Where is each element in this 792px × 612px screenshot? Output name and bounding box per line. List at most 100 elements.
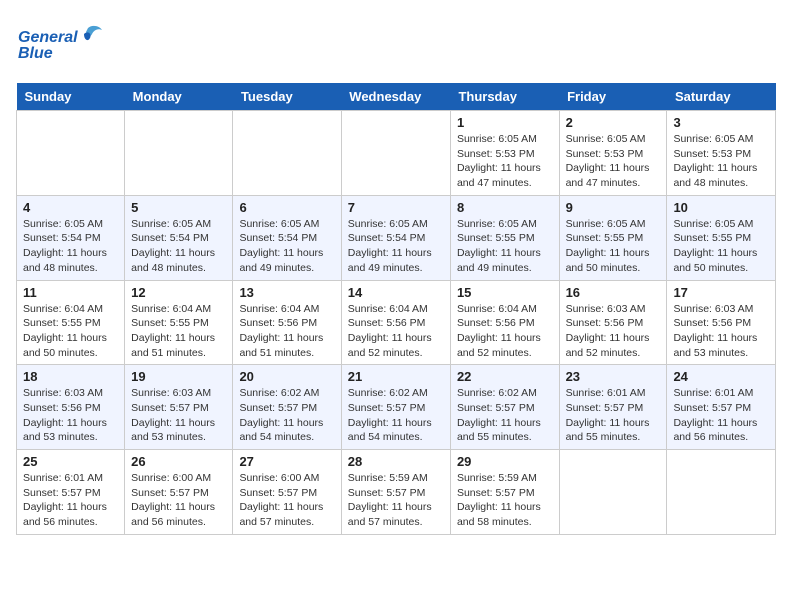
day-number: 22 xyxy=(457,369,553,384)
calendar-cell: 22 Sunrise: 6:02 AMSunset: 5:57 PMDayligh… xyxy=(450,365,559,450)
calendar-cell: 15 Sunrise: 6:04 AMSunset: 5:56 PMDayligh… xyxy=(450,280,559,365)
day-number: 9 xyxy=(566,200,661,215)
day-number: 21 xyxy=(348,369,444,384)
calendar-cell: 23 Sunrise: 6:01 AMSunset: 5:57 PMDayligh… xyxy=(559,365,667,450)
day-number: 1 xyxy=(457,115,553,130)
day-info: Sunrise: 6:04 AMSunset: 5:56 PMDaylight:… xyxy=(348,302,444,361)
column-header-monday: Monday xyxy=(125,83,233,111)
column-header-friday: Friday xyxy=(559,83,667,111)
day-number: 27 xyxy=(239,454,334,469)
calendar-cell xyxy=(125,111,233,196)
day-number: 26 xyxy=(131,454,226,469)
day-number: 7 xyxy=(348,200,444,215)
day-number: 3 xyxy=(673,115,769,130)
day-number: 14 xyxy=(348,285,444,300)
calendar-cell: 6 Sunrise: 6:05 AMSunset: 5:54 PMDaylight… xyxy=(233,195,341,280)
day-number: 12 xyxy=(131,285,226,300)
day-info: Sunrise: 6:05 AMSunset: 5:53 PMDaylight:… xyxy=(566,132,661,191)
day-number: 5 xyxy=(131,200,226,215)
calendar-cell: 27 Sunrise: 6:00 AMSunset: 5:57 PMDayligh… xyxy=(233,450,341,535)
calendar-cell xyxy=(233,111,341,196)
day-number: 17 xyxy=(673,285,769,300)
day-info: Sunrise: 6:04 AMSunset: 5:56 PMDaylight:… xyxy=(239,302,334,361)
calendar-cell: 13Sunrise: 6:04 AMSunset: 5:56 PMDayligh… xyxy=(233,280,341,365)
day-number: 4 xyxy=(23,200,118,215)
day-info: Sunrise: 6:01 AMSunset: 5:57 PMDaylight:… xyxy=(23,471,118,530)
column-header-saturday: Saturday xyxy=(667,83,776,111)
calendar-cell: 3 Sunrise: 6:05 AMSunset: 5:53 PMDaylight… xyxy=(667,111,776,196)
day-info: Sunrise: 6:04 AMSunset: 5:55 PMDaylight:… xyxy=(131,302,226,361)
calendar-cell: 24 Sunrise: 6:01 AMSunset: 5:57 PMDayligh… xyxy=(667,365,776,450)
calendar-cell: 18 Sunrise: 6:03 AMSunset: 5:56 PMDayligh… xyxy=(17,365,125,450)
day-info: Sunrise: 6:00 AMSunset: 5:57 PMDaylight:… xyxy=(239,471,334,530)
day-number: 10 xyxy=(673,200,769,215)
calendar-cell xyxy=(341,111,450,196)
day-info: Sunrise: 6:03 AMSunset: 5:56 PMDaylight:… xyxy=(566,302,661,361)
calendar-cell: 11 Sunrise: 6:04 AMSunset: 5:55 PMDayligh… xyxy=(17,280,125,365)
day-info: Sunrise: 6:02 AMSunset: 5:57 PMDaylight:… xyxy=(239,386,334,445)
day-info: Sunrise: 6:05 AMSunset: 5:53 PMDaylight:… xyxy=(673,132,769,191)
calendar-cell: 28 Sunrise: 5:59 AMSunset: 5:57 PMDayligh… xyxy=(341,450,450,535)
day-number: 6 xyxy=(239,200,334,215)
day-number: 2 xyxy=(566,115,661,130)
day-info: Sunrise: 6:05 AMSunset: 5:55 PMDaylight:… xyxy=(566,217,661,276)
day-info: Sunrise: 6:03 AMSunset: 5:57 PMDaylight:… xyxy=(131,386,226,445)
day-number: 8 xyxy=(457,200,553,215)
day-number: 11 xyxy=(23,285,118,300)
day-info: Sunrise: 6:01 AMSunset: 5:57 PMDaylight:… xyxy=(673,386,769,445)
calendar-cell: 14 Sunrise: 6:04 AMSunset: 5:56 PMDayligh… xyxy=(341,280,450,365)
calendar-cell: 10 Sunrise: 6:05 AMSunset: 5:55 PMDayligh… xyxy=(667,195,776,280)
calendar-cell: 12 Sunrise: 6:04 AMSunset: 5:55 PMDayligh… xyxy=(125,280,233,365)
column-header-thursday: Thursday xyxy=(450,83,559,111)
calendar-cell: 2 Sunrise: 6:05 AMSunset: 5:53 PMDaylight… xyxy=(559,111,667,196)
day-info: Sunrise: 6:05 AMSunset: 5:53 PMDaylight:… xyxy=(457,132,553,191)
column-header-sunday: Sunday xyxy=(17,83,125,111)
calendar-cell xyxy=(667,450,776,535)
day-info: Sunrise: 6:04 AMSunset: 5:55 PMDaylight:… xyxy=(23,302,118,361)
day-number: 18 xyxy=(23,369,118,384)
day-number: 28 xyxy=(348,454,444,469)
day-info: Sunrise: 6:02 AMSunset: 5:57 PMDaylight:… xyxy=(348,386,444,445)
day-number: 15 xyxy=(457,285,553,300)
day-info: Sunrise: 6:05 AMSunset: 5:54 PMDaylight:… xyxy=(239,217,334,276)
calendar-table: SundayMondayTuesdayWednesdayThursdayFrid… xyxy=(16,83,776,535)
day-number: 16 xyxy=(566,285,661,300)
day-info: Sunrise: 6:05 AMSunset: 5:55 PMDaylight:… xyxy=(673,217,769,276)
calendar-cell xyxy=(559,450,667,535)
svg-text:General: General xyxy=(18,29,78,46)
calendar-cell xyxy=(17,111,125,196)
calendar-cell: 19 Sunrise: 6:03 AMSunset: 5:57 PMDayligh… xyxy=(125,365,233,450)
day-number: 19 xyxy=(131,369,226,384)
calendar-cell: 16 Sunrise: 6:03 AMSunset: 5:56 PMDayligh… xyxy=(559,280,667,365)
day-number: 24 xyxy=(673,369,769,384)
column-header-wednesday: Wednesday xyxy=(341,83,450,111)
day-number: 20 xyxy=(239,369,334,384)
calendar-cell: 8 Sunrise: 6:05 AMSunset: 5:55 PMDaylight… xyxy=(450,195,559,280)
day-number: 23 xyxy=(566,369,661,384)
column-header-tuesday: Tuesday xyxy=(233,83,341,111)
day-info: Sunrise: 6:00 AMSunset: 5:57 PMDaylight:… xyxy=(131,471,226,530)
day-info: Sunrise: 6:05 AMSunset: 5:55 PMDaylight:… xyxy=(457,217,553,276)
calendar-cell: 7 Sunrise: 6:05 AMSunset: 5:54 PMDaylight… xyxy=(341,195,450,280)
day-info: Sunrise: 6:05 AMSunset: 5:54 PMDaylight:… xyxy=(131,217,226,276)
svg-text:Blue: Blue xyxy=(18,45,53,62)
day-info: Sunrise: 6:03 AMSunset: 5:56 PMDaylight:… xyxy=(23,386,118,445)
calendar-cell: 20 Sunrise: 6:02 AMSunset: 5:57 PMDayligh… xyxy=(233,365,341,450)
day-number: 25 xyxy=(23,454,118,469)
logo: General Blue xyxy=(16,16,106,75)
day-info: Sunrise: 6:02 AMSunset: 5:57 PMDaylight:… xyxy=(457,386,553,445)
day-info: Sunrise: 5:59 AMSunset: 5:57 PMDaylight:… xyxy=(457,471,553,530)
day-info: Sunrise: 5:59 AMSunset: 5:57 PMDaylight:… xyxy=(348,471,444,530)
day-info: Sunrise: 6:03 AMSunset: 5:56 PMDaylight:… xyxy=(673,302,769,361)
calendar-cell: 9 Sunrise: 6:05 AMSunset: 5:55 PMDaylight… xyxy=(559,195,667,280)
calendar-cell: 17 Sunrise: 6:03 AMSunset: 5:56 PMDayligh… xyxy=(667,280,776,365)
calendar-cell: 29 Sunrise: 5:59 AMSunset: 5:57 PMDayligh… xyxy=(450,450,559,535)
day-number: 29 xyxy=(457,454,553,469)
day-info: Sunrise: 6:01 AMSunset: 5:57 PMDaylight:… xyxy=(566,386,661,445)
calendar-cell: 5 Sunrise: 6:05 AMSunset: 5:54 PMDaylight… xyxy=(125,195,233,280)
day-info: Sunrise: 6:05 AMSunset: 5:54 PMDaylight:… xyxy=(23,217,118,276)
day-info: Sunrise: 6:05 AMSunset: 5:54 PMDaylight:… xyxy=(348,217,444,276)
calendar-cell: 1 Sunrise: 6:05 AMSunset: 5:53 PMDaylight… xyxy=(450,111,559,196)
day-info: Sunrise: 6:04 AMSunset: 5:56 PMDaylight:… xyxy=(457,302,553,361)
calendar-cell: 26 Sunrise: 6:00 AMSunset: 5:57 PMDayligh… xyxy=(125,450,233,535)
